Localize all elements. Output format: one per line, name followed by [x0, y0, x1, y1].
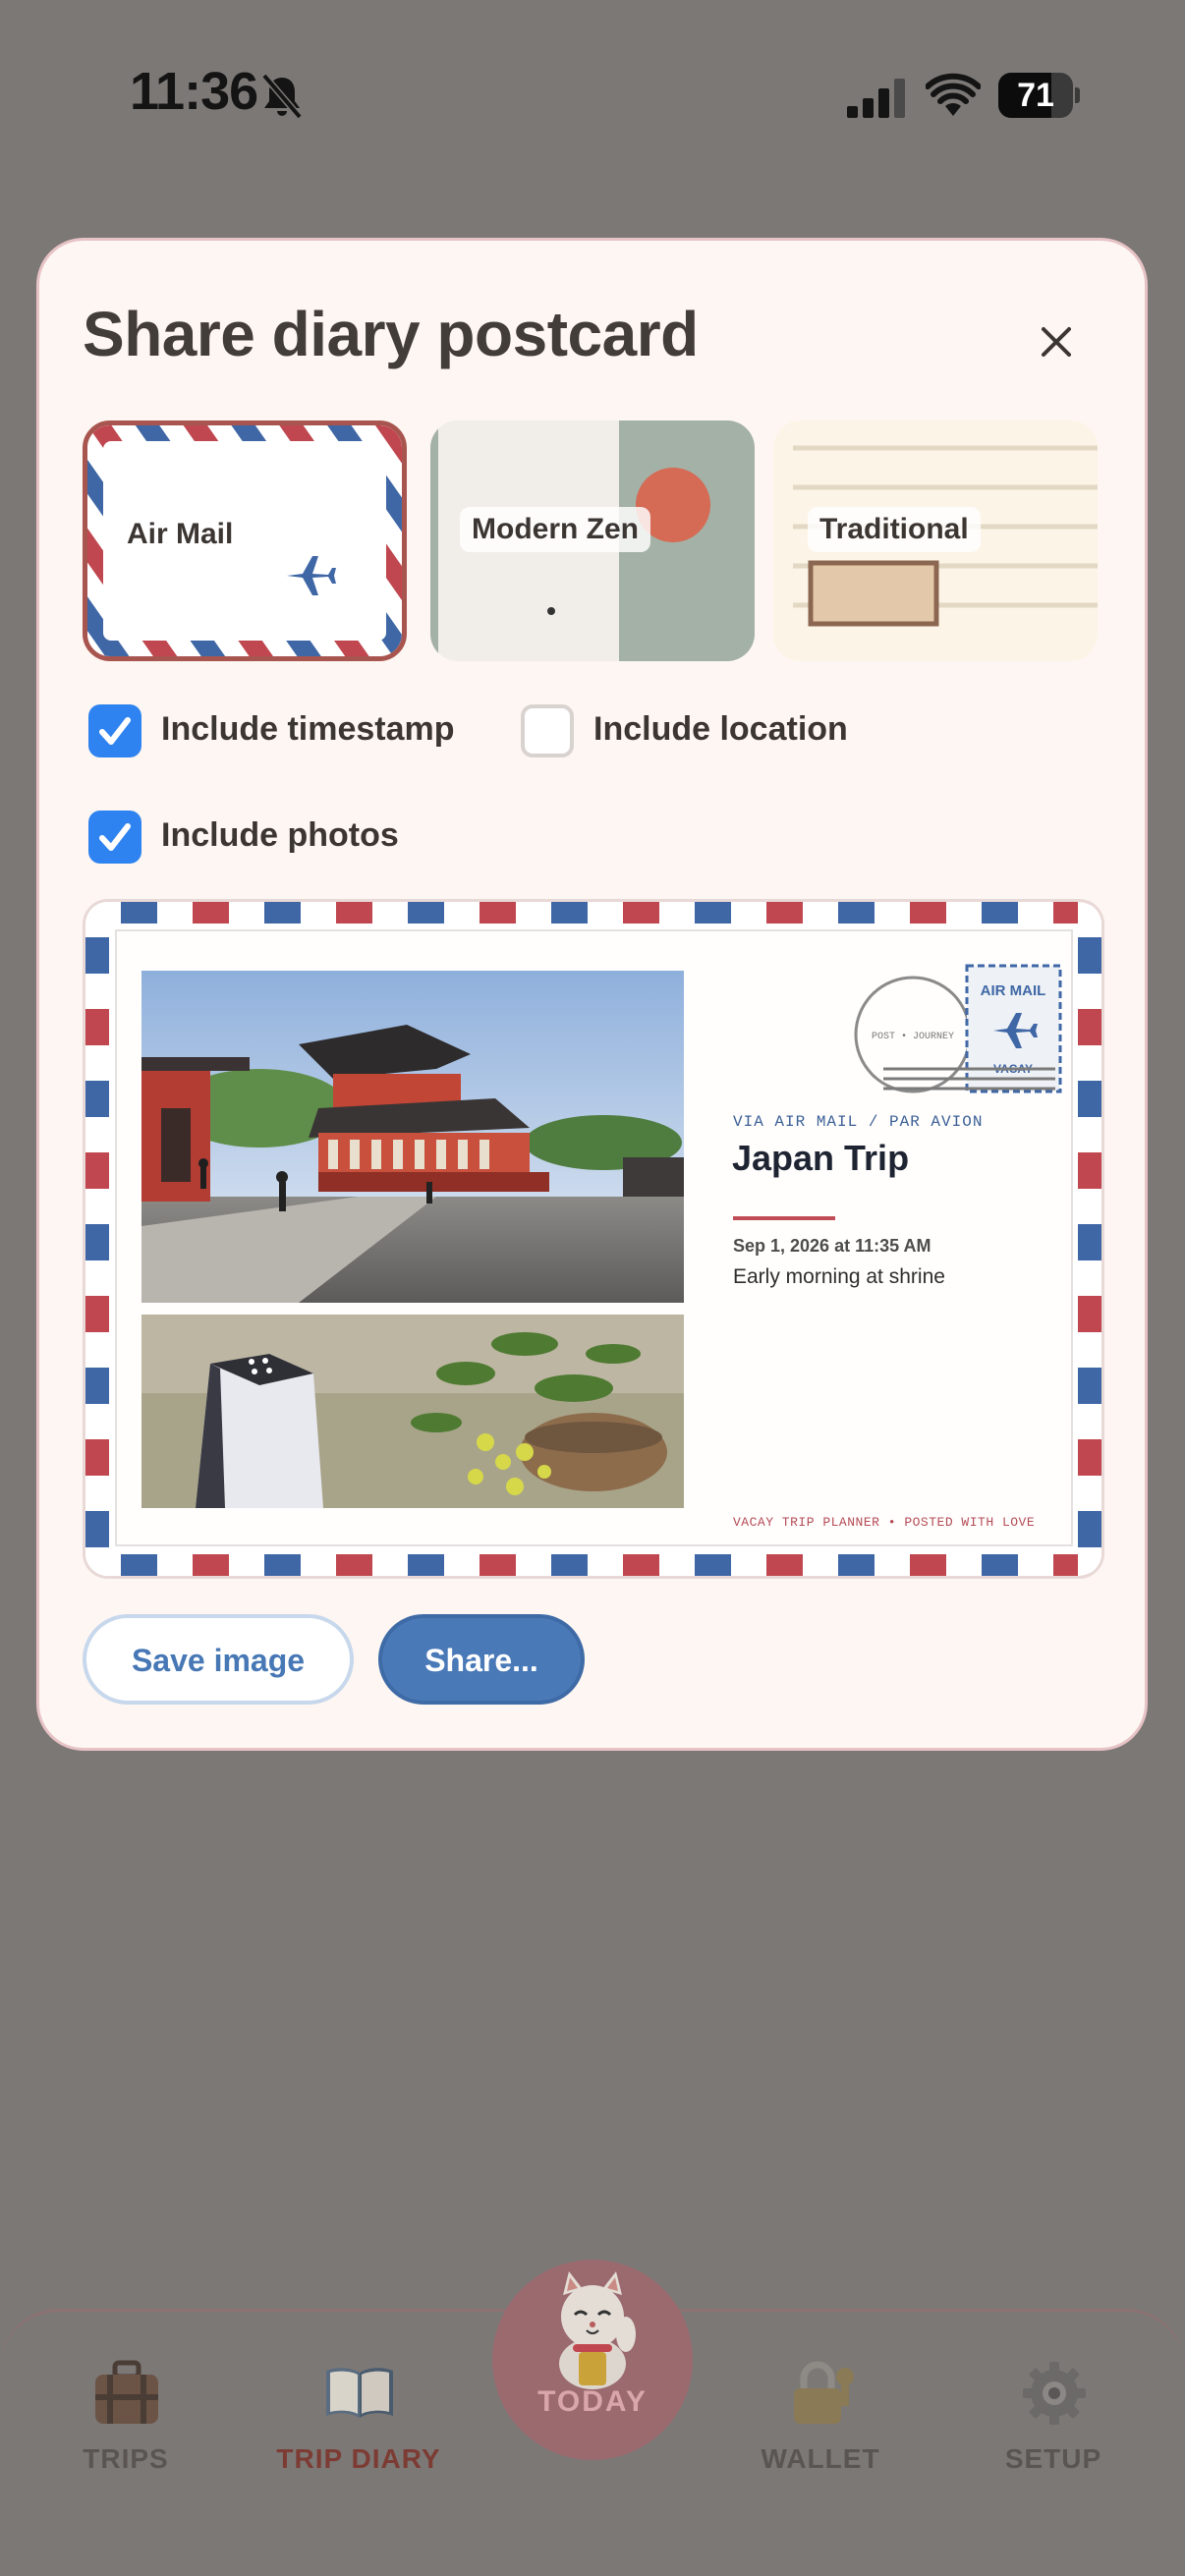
shrine-photo — [141, 971, 684, 1303]
location-label: Include location — [593, 710, 848, 748]
include-photos-option[interactable]: Include photos — [88, 809, 501, 864]
timestamp-label: Include timestamp — [161, 710, 455, 748]
status-time: 11:36 — [130, 62, 258, 121]
timestamp-checkbox[interactable] — [88, 704, 141, 757]
lock-key-icon — [794, 2361, 854, 2424]
share-button[interactable]: Share... — [378, 1614, 585, 1705]
nav-today-label: TODAY — [537, 2385, 648, 2418]
gear-icon — [1023, 2362, 1086, 2425]
modal-title: Share diary postcard — [83, 299, 699, 369]
template-modern-zen[interactable]: Modern Zen — [430, 420, 755, 661]
include-location-option[interactable]: Include location — [521, 702, 933, 757]
title-underline — [733, 1216, 835, 1220]
lantern-photo — [141, 1315, 684, 1508]
battery-percent: 71 — [1017, 77, 1054, 114]
postcard-content: AIR MAIL VACAY POST • JOURNEY VIA AIR MA… — [115, 929, 1073, 1546]
nav-setup[interactable]: SETUP — [955, 2339, 1152, 2487]
bell-muted-icon — [261, 73, 303, 120]
airmail-stamp: AIR MAIL VACAY POST • JOURNEY — [854, 964, 1062, 1093]
nav-trip-diary[interactable]: TRIP DIARY — [260, 2339, 457, 2487]
wifi-icon — [926, 73, 981, 116]
close-icon[interactable] — [1032, 317, 1081, 366]
postmark-text: POST • JOURNEY — [872, 1032, 954, 1042]
template-traditional[interactable]: Traditional — [773, 420, 1098, 661]
lucky-cat-icon — [559, 2271, 636, 2389]
entry-text: Early morning at shrine — [733, 1265, 945, 1288]
battery-indicator: 71 — [998, 73, 1080, 118]
nav-wallet-label: WALLET — [761, 2443, 880, 2474]
template-label: Modern Zen — [460, 507, 650, 552]
nav-trip-diary-label: TRIP DIARY — [276, 2443, 441, 2474]
checkmark-icon — [99, 717, 131, 745]
nav-setup-label: SETUP — [1004, 2443, 1102, 2474]
nav-trips[interactable]: TRIPS — [28, 2339, 224, 2487]
location-checkbox[interactable] — [521, 704, 574, 757]
share-postcard-modal: Share diary postcard Air Mail Modern Zen… — [36, 238, 1148, 1751]
nav-wallet[interactable]: WALLET — [722, 2339, 919, 2487]
postcard-preview: AIR MAIL VACAY POST • JOURNEY VIA AIR MA… — [83, 899, 1104, 1579]
trip-title: Japan Trip — [732, 1138, 910, 1178]
checkmark-icon — [99, 823, 131, 851]
open-book-icon — [326, 2368, 393, 2418]
cellular-signal-icon — [847, 79, 905, 118]
suitcase-icon — [95, 2360, 158, 2424]
template-label: Air Mail — [127, 518, 234, 550]
photos-label: Include photos — [161, 816, 399, 854]
nav-trips-label: TRIPS — [83, 2443, 169, 2474]
via-line: VIA AIR MAIL / PAR AVION — [733, 1113, 984, 1131]
include-timestamp-option[interactable]: Include timestamp — [88, 702, 501, 757]
template-label: Traditional — [808, 507, 981, 552]
photos-checkbox[interactable] — [88, 811, 141, 864]
template-air-mail[interactable]: Air Mail — [83, 420, 407, 661]
nav-today[interactable]: TODAY — [492, 2260, 693, 2460]
entry-timestamp: Sep 1, 2026 at 11:35 AM — [733, 1236, 931, 1256]
postcard-footer: VACAY TRIP PLANNER • POSTED WITH LOVE — [733, 1515, 1036, 1530]
save-image-button[interactable]: Save image — [83, 1614, 354, 1705]
status-bar: 11:36 71 — [0, 0, 1185, 196]
stamp-top-text: AIR MAIL — [981, 982, 1046, 999]
